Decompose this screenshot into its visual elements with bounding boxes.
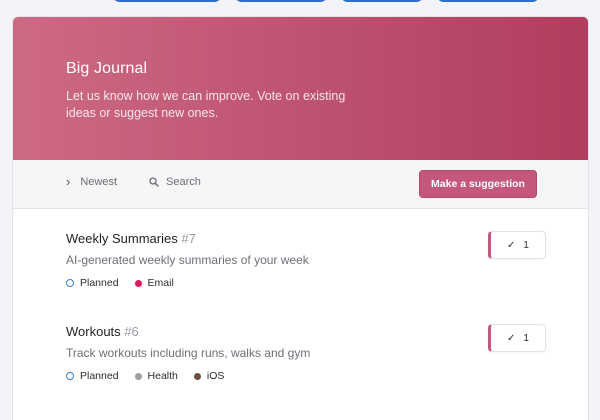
top-nav-button[interactable]: [340, 0, 424, 2]
tag-label: Planned: [80, 277, 119, 289]
post-number: #6: [124, 324, 139, 339]
tag[interactable]: iOS: [193, 370, 225, 382]
vote-count: 1: [523, 332, 529, 344]
top-nav-buttons: [0, 0, 600, 4]
search-label: Search: [166, 176, 201, 188]
top-nav-button[interactable]: [112, 0, 222, 2]
tag[interactable]: Email: [134, 277, 174, 289]
post-title[interactable]: Weekly Summaries #7: [66, 231, 546, 246]
status-dot-icon: [134, 372, 142, 380]
search-icon: [149, 177, 159, 187]
status-dot-icon: [134, 279, 142, 287]
checkmark-icon: ✓: [507, 239, 516, 251]
tag-label: Email: [147, 277, 174, 289]
post-number: #7: [181, 231, 196, 246]
top-nav-button[interactable]: [234, 0, 328, 2]
sort-label: Newest: [80, 176, 118, 188]
chevron-right-icon: ›: [66, 174, 71, 189]
post-description: Track workouts including runs, walks and…: [66, 346, 311, 360]
toolbar: › Newest Search Make a suggestion: [13, 160, 588, 209]
board-subtitle: Let us know how we can improve. Vote on …: [66, 89, 346, 120]
status-dot-icon: [66, 372, 74, 380]
tag[interactable]: Health: [134, 370, 178, 382]
sort-button[interactable]: › Newest: [66, 174, 118, 189]
tag-label: Planned: [80, 370, 119, 382]
vote-button[interactable]: ✓ 1: [488, 231, 546, 259]
board-title: Big Journal: [66, 60, 148, 77]
hero-banner: Big Journal Let us know how we can impro…: [13, 17, 588, 160]
post-title-text: Weekly Summaries: [66, 231, 178, 246]
status-dot-icon: [66, 279, 74, 287]
post-description: AI-generated weekly summaries of your we…: [66, 253, 309, 267]
tag[interactable]: Planned: [66, 277, 119, 289]
post-tags: Planned Health iOS: [66, 370, 546, 382]
checkmark-icon: ✓: [507, 332, 516, 344]
tag-label: Health: [147, 370, 178, 382]
post-item[interactable]: Weekly Summaries #7 AI-generated weekly s…: [66, 231, 546, 289]
vote-count: 1: [523, 239, 529, 251]
feedback-board: Big Journal Let us know how we can impro…: [12, 16, 589, 420]
tag-label: iOS: [206, 370, 225, 382]
post-tags: Planned Email: [66, 277, 546, 289]
tag[interactable]: Planned: [66, 370, 119, 382]
post-item[interactable]: Workouts #6 Track workouts including runs…: [66, 324, 546, 382]
post-title[interactable]: Workouts #6: [66, 324, 546, 339]
post-title-text: Workouts: [66, 324, 121, 339]
search-button[interactable]: Search: [149, 176, 201, 188]
status-dot-icon: [193, 372, 201, 380]
top-nav-button[interactable]: [436, 0, 540, 2]
make-suggestion-button[interactable]: Make a suggestion: [419, 170, 537, 198]
vote-button[interactable]: ✓ 1: [488, 324, 546, 352]
